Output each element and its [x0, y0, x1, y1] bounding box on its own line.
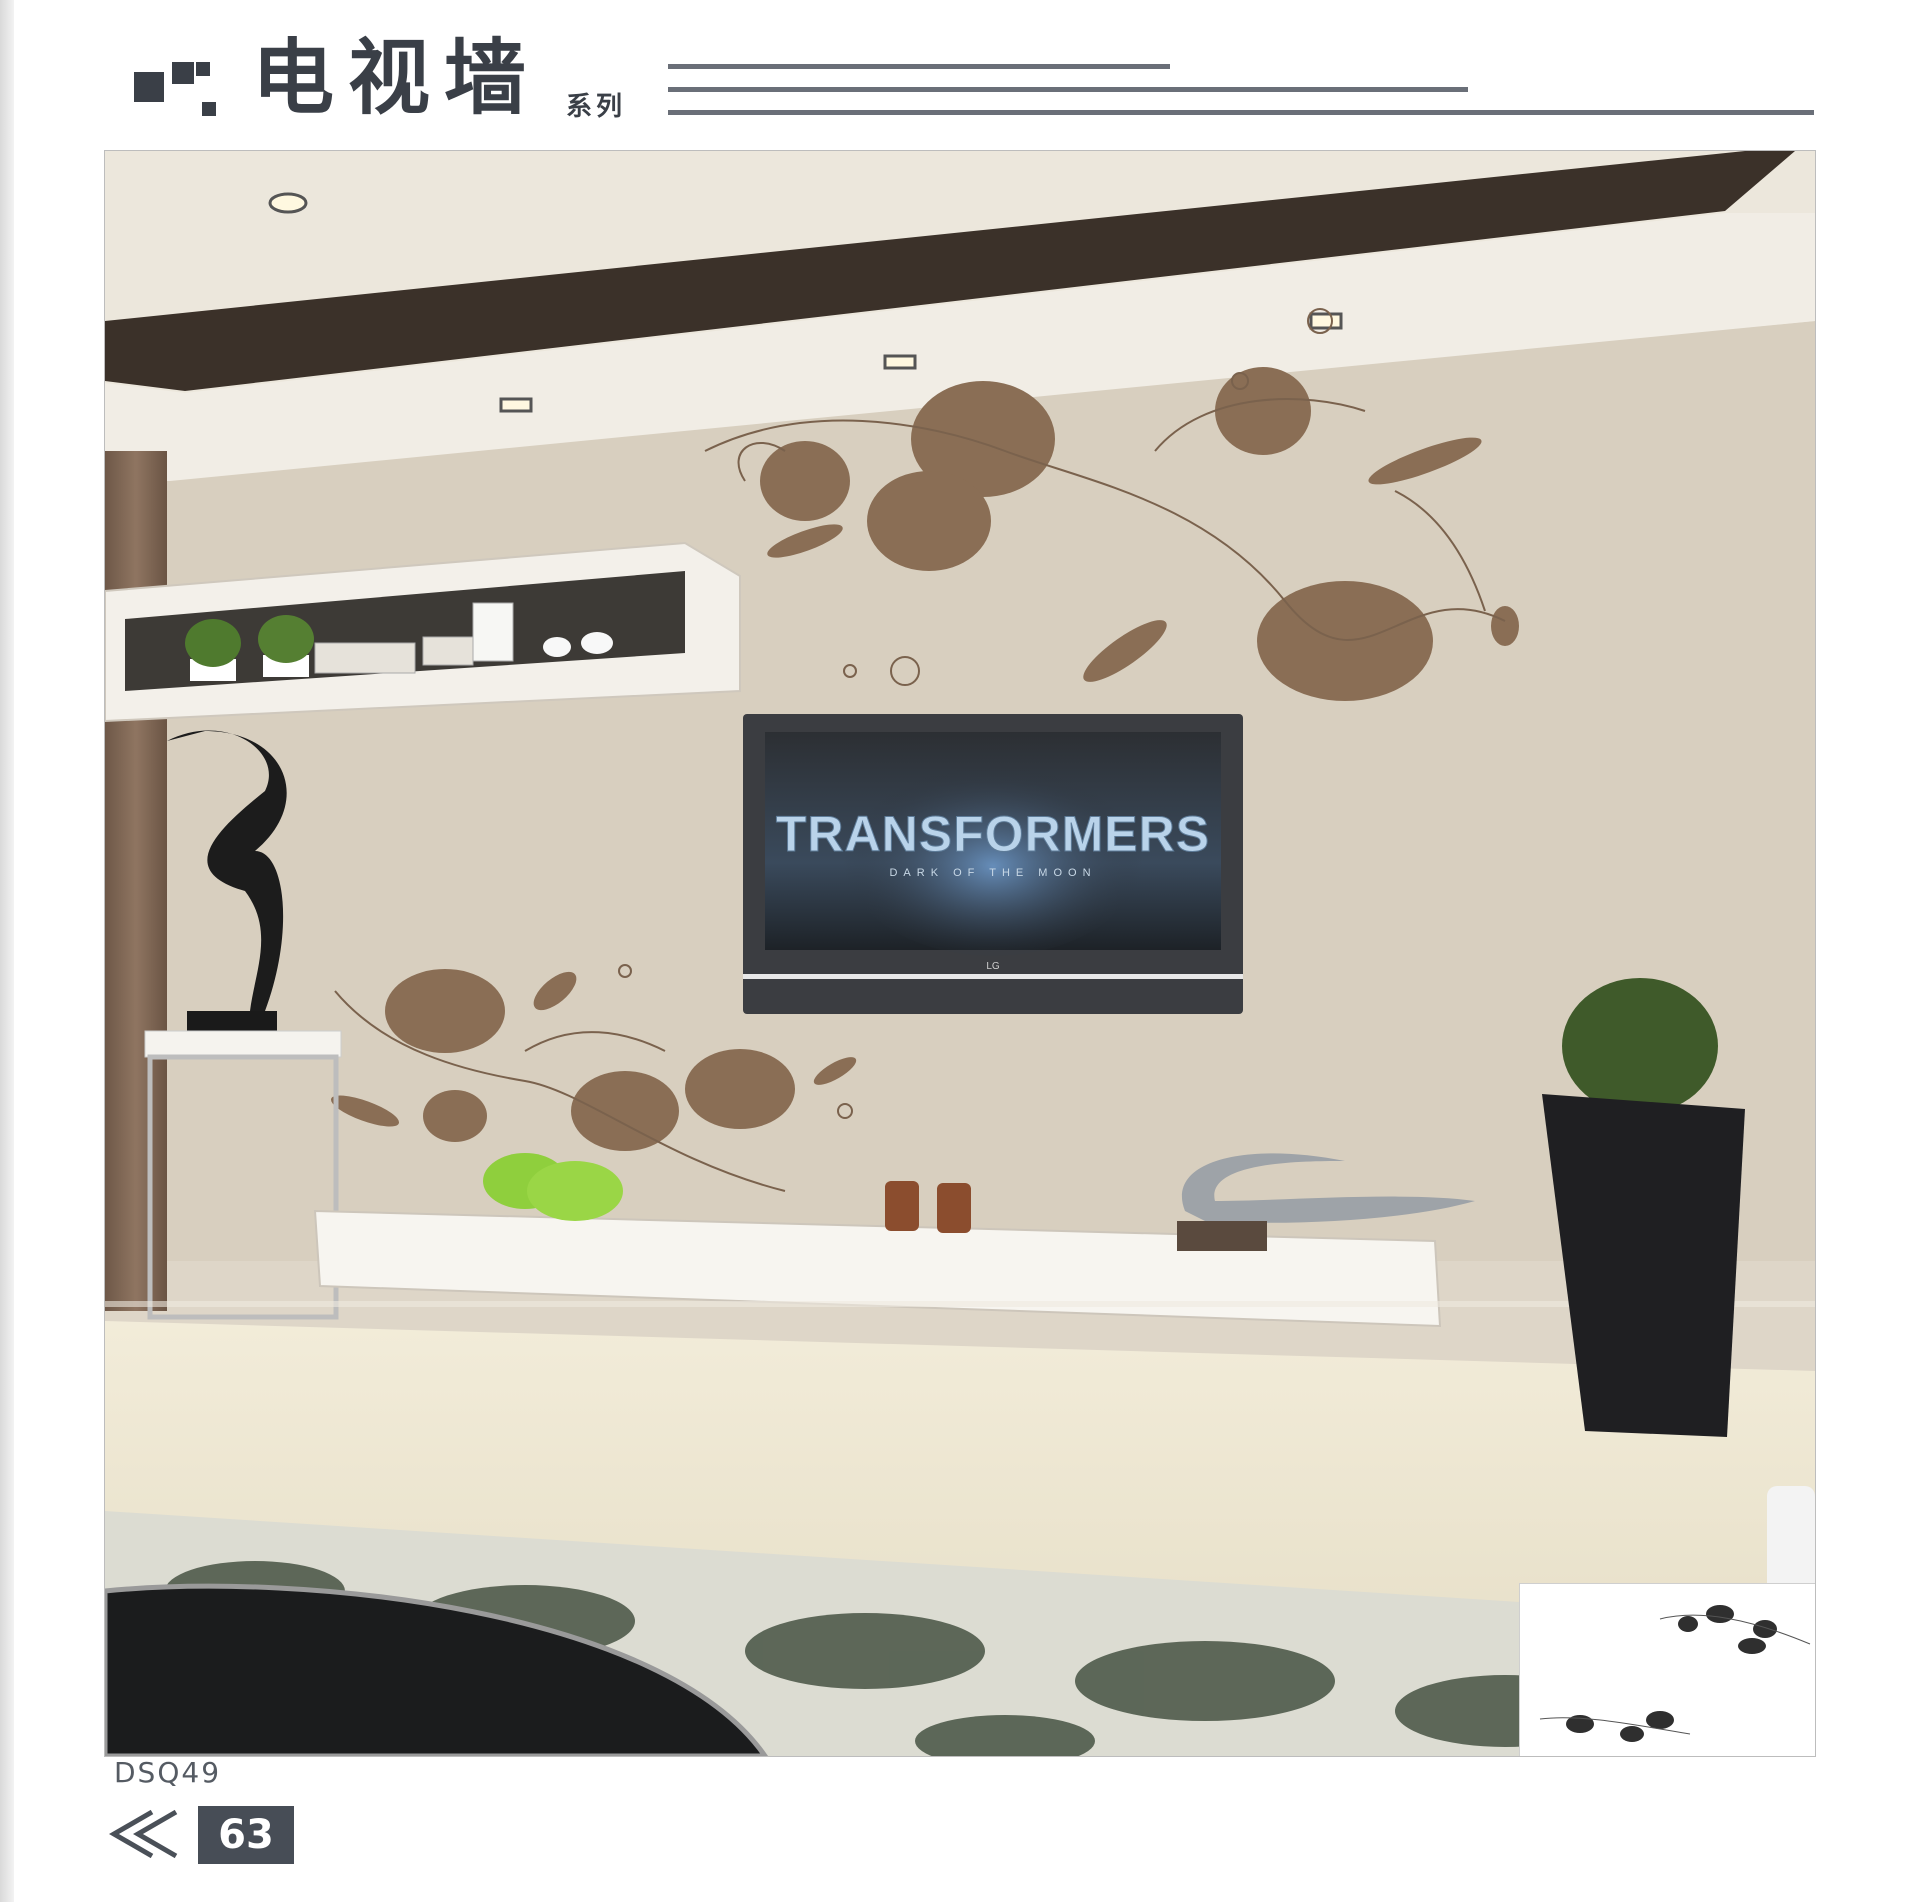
baseboard — [105, 1301, 1815, 1307]
curtain — [105, 451, 167, 1311]
ceiling-light — [268, 192, 308, 214]
plant — [185, 619, 241, 667]
bird-ornament — [581, 632, 613, 654]
tv-wall-photo: TRANSFORMERS DARK OF THE MOON LG — [104, 150, 1816, 1757]
book-stack — [422, 636, 474, 666]
tv-screen-title: TRANSFORMERS — [776, 806, 1210, 862]
header-rule-2 — [668, 87, 1468, 92]
section-logo-mark — [134, 62, 216, 122]
book-stack — [314, 642, 416, 674]
sculpture-base — [1177, 1221, 1267, 1251]
model-code-label: DSQ49 — [114, 1756, 222, 1789]
plant — [258, 615, 314, 663]
ceiling-light — [1309, 312, 1343, 330]
book-upright — [472, 602, 514, 662]
green-decor — [527, 1161, 623, 1221]
sofa-arm — [1767, 1486, 1815, 1596]
decal-preview-thumbnail — [1519, 1583, 1815, 1756]
ceiling-light — [883, 354, 917, 370]
header-rule-3 — [668, 110, 1814, 115]
ceiling-light — [499, 397, 533, 413]
section-title: 电视墙 — [252, 31, 541, 126]
chevron-left-double-icon — [109, 1809, 178, 1859]
tv-screen-subtitle: DARK OF THE MOON — [889, 867, 1096, 879]
page-number: 63 — [198, 1806, 294, 1864]
candle-jar — [937, 1183, 971, 1233]
sculpture-base — [187, 1011, 277, 1031]
page-binding-edge — [0, 0, 14, 1902]
candle-jar — [885, 1181, 919, 1231]
tv-brand-logo: LG — [986, 961, 1000, 972]
bird-ornament — [543, 637, 571, 657]
pedestal-top — [144, 1030, 342, 1058]
topiary — [1562, 978, 1718, 1114]
section-subtitle: 系列 — [566, 92, 627, 122]
header-rule-1 — [668, 64, 1170, 69]
